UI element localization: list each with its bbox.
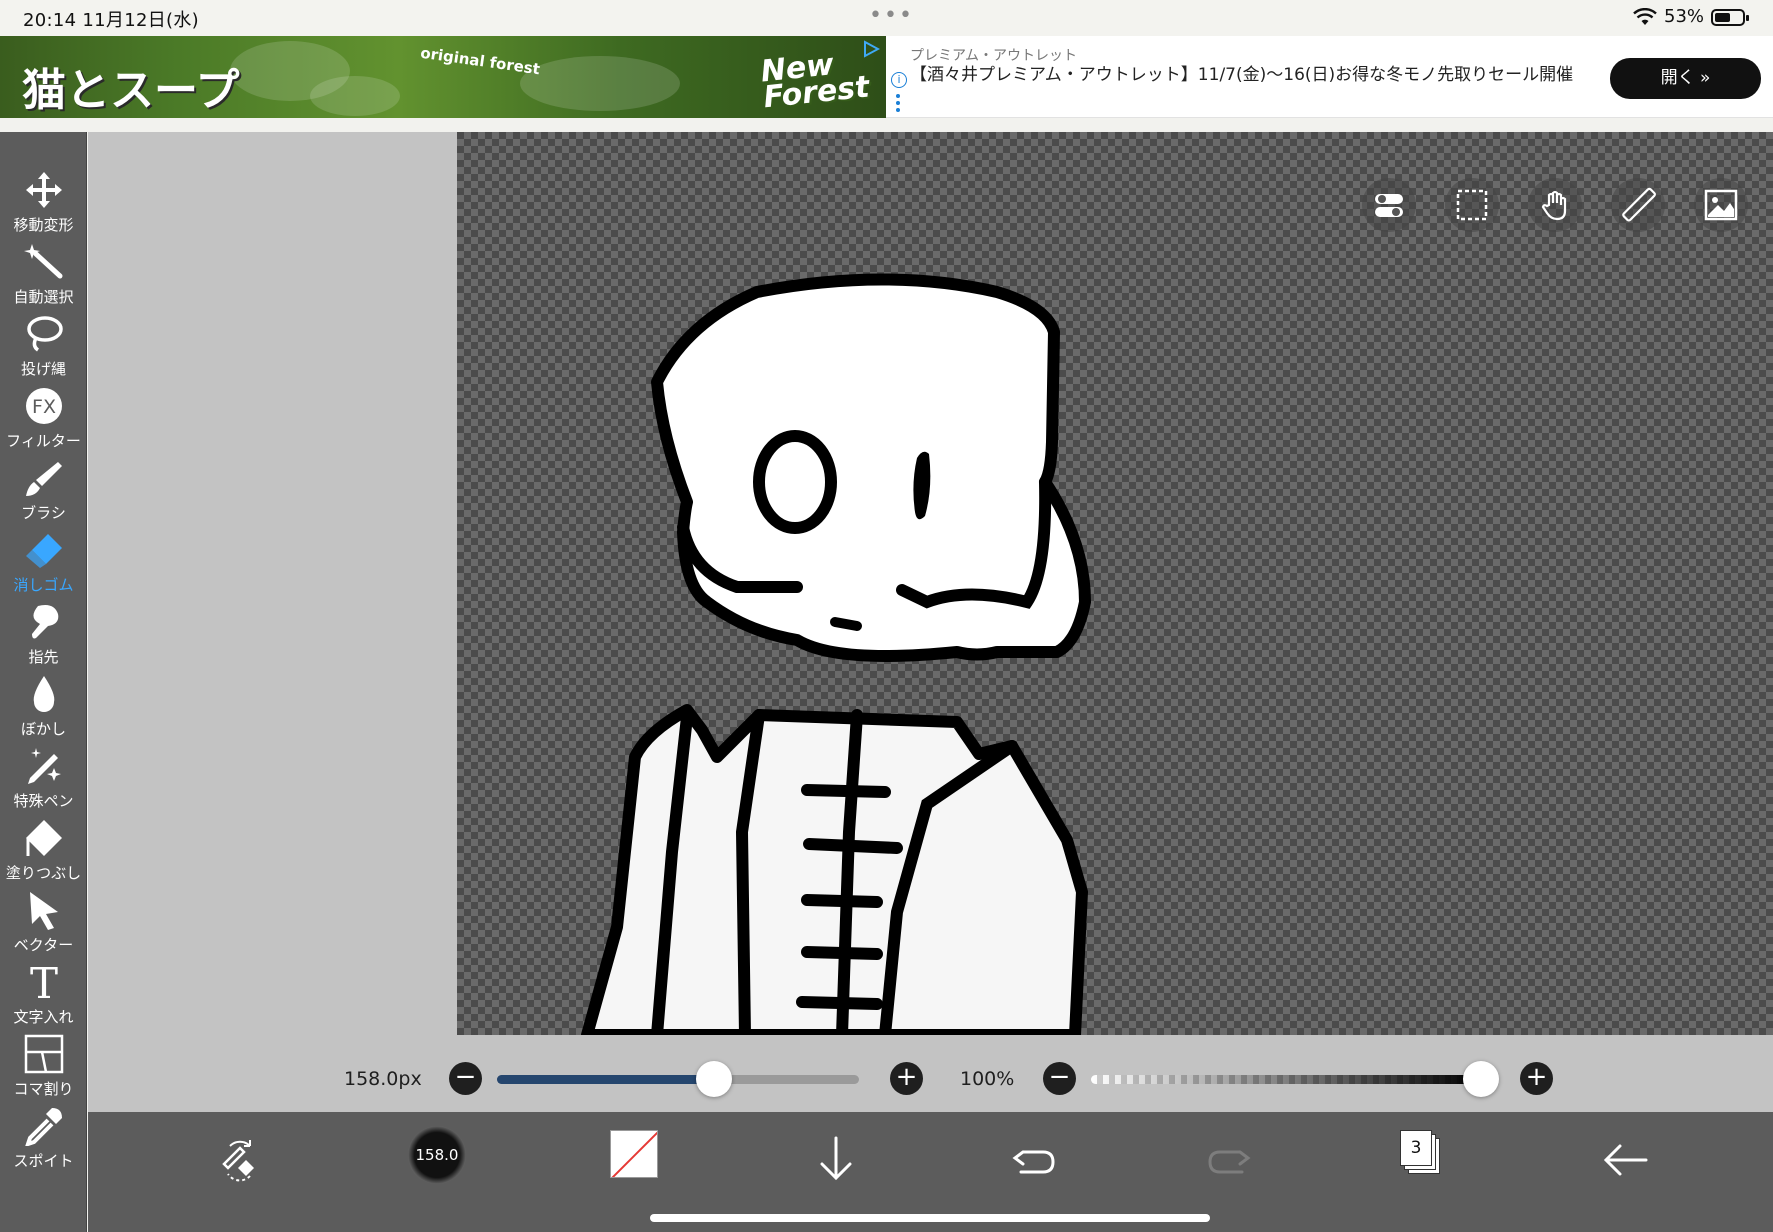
work-area [88,132,1773,1112]
canvas-selection-button[interactable] [1445,178,1499,232]
pen-eraser-swap-icon [222,1140,254,1182]
ad-sponsor: プレミアム・アウトレット [910,48,1078,64]
brush-size-slider[interactable] [497,1075,859,1084]
size-increase-button[interactable]: + [890,1062,923,1095]
ad-game-subtitle: original forest [419,43,542,79]
hand-tool-icon [1541,190,1567,221]
tool-blur[interactable]: ぼかし [0,672,87,742]
back-button[interactable] [1596,1130,1656,1190]
layer-count: 3 [1410,1138,1422,1158]
opacity-increase-button[interactable]: + [1520,1062,1553,1095]
transfer-down-button[interactable] [806,1130,866,1190]
home-indicator[interactable] [650,1214,1210,1222]
tool-move-transform[interactable]: 移動変形 [0,168,87,238]
special-pen-icon [28,748,61,784]
tool-special-pen[interactable]: 特殊ペン [0,744,87,814]
brush-size-preview[interactable]: 158.0 [408,1126,466,1184]
ad-open-button[interactable]: 開く » [1610,58,1761,99]
brush-slider-bar: 158.0px − + 100% − + [88,1035,1773,1112]
brush-size-fill [497,1075,715,1084]
panel-divide-icon [24,1034,64,1074]
size-decrease-button[interactable]: − [449,1062,482,1095]
bottom-toolbar: 158.0 3 [88,1112,1773,1232]
tool-filter[interactable]: FX フィルター [0,384,87,454]
tool-fill[interactable]: 塗りつぶし [0,816,87,886]
canvas-artwork [581,273,1091,1035]
magic-wand-icon [24,244,63,279]
arrow-left-icon [1603,1144,1648,1176]
battery-icon [1711,9,1749,26]
canvas-hand-button[interactable] [1528,178,1582,232]
tool-eraser[interactable]: 消しゴム [0,528,87,598]
svg-text:FX: FX [32,396,56,418]
text-icon: T [30,962,58,1002]
wifi-icon [1633,8,1657,25]
undo-icon [1012,1150,1055,1174]
drawing-canvas[interactable] [457,132,1773,1035]
canvas-reference-button[interactable] [1694,178,1748,232]
finger-icon [32,605,59,639]
status-time: 20:14 11月12日(水) [23,10,199,31]
tool-eyedropper[interactable]: スポイト [0,1104,87,1174]
tool-sidebar: 移動変形 自動選択 投げ縄 FX フィルター ブラシ 消しゴム 指先 ぼかし 特… [0,132,87,1232]
opacity-slider[interactable] [1091,1075,1481,1084]
tool-vector[interactable]: ベクター [0,888,87,958]
selection-icon [1456,189,1488,221]
arrow-down-icon [820,1136,852,1181]
canvas-settings-toggle[interactable] [1362,178,1416,232]
brush-size-knob[interactable] [696,1061,733,1097]
ad-game-logo: New Forest [759,47,871,116]
toggle-settings-icon [1375,194,1403,217]
redo-icon [1208,1150,1251,1174]
ad-more-icon[interactable] [896,94,900,114]
ad-game-title: 猫とスープ [22,65,240,116]
opacity-label: 100% [960,1068,1015,1090]
ad-headline[interactable]: 【酒々井プレミアム・アウトレット】11/7(金)〜16(日)お得な冬モノ先取りセ… [910,65,1610,86]
ruler-icon [1622,187,1656,222]
battery-percent: 53% [1664,6,1705,27]
no-color-icon [611,1131,657,1177]
tool-finger[interactable]: 指先 [0,600,87,670]
ad-game-image[interactable]: 猫とスープ original forest New Forest [0,36,886,118]
tool-text[interactable]: T 文字入れ [0,960,87,1030]
app-root: 20:14 11月12日(水) ••• 53% 猫とスープ original f… [0,0,1773,1232]
tool-auto-select[interactable]: 自動選択 [0,240,87,310]
ad-banner[interactable]: 猫とスープ original forest New Forest i プレミアム… [0,36,1773,118]
opacity-decrease-button[interactable]: − [1043,1062,1076,1095]
adchoices-icon[interactable] [862,40,880,58]
brush-icon [26,462,62,496]
fill-bucket-icon [26,820,62,856]
ad-info-icon[interactable]: i [891,72,907,88]
opacity-knob[interactable] [1463,1061,1499,1097]
brush-size-label: 158.0px [344,1068,422,1090]
eyedropper-icon [25,1108,62,1146]
layers-button[interactable]: 3 [1400,1130,1444,1178]
reference-image-icon [1704,189,1738,221]
multitask-dots-icon[interactable]: ••• [869,3,914,28]
pen-eraser-switch-button[interactable] [210,1130,270,1190]
color-swatch-button[interactable] [610,1130,658,1178]
move-icon [26,172,62,208]
tool-brush[interactable]: ブラシ [0,456,87,526]
lasso-icon [27,316,63,352]
tool-panel-divide[interactable]: コマ割り [0,1032,87,1102]
tool-lasso[interactable]: 投げ縄 [0,312,87,382]
undo-button[interactable] [1003,1130,1063,1190]
redo-button[interactable] [1200,1130,1260,1190]
svg-text:T: T [30,962,58,1002]
fx-filter-icon: FX [26,388,62,424]
canvas-ruler-button[interactable] [1611,178,1665,232]
eraser-icon [26,534,62,568]
vector-cursor-icon [30,892,58,930]
blur-drop-icon [33,676,55,712]
status-bar: 20:14 11月12日(水) ••• 53% [0,0,1773,36]
